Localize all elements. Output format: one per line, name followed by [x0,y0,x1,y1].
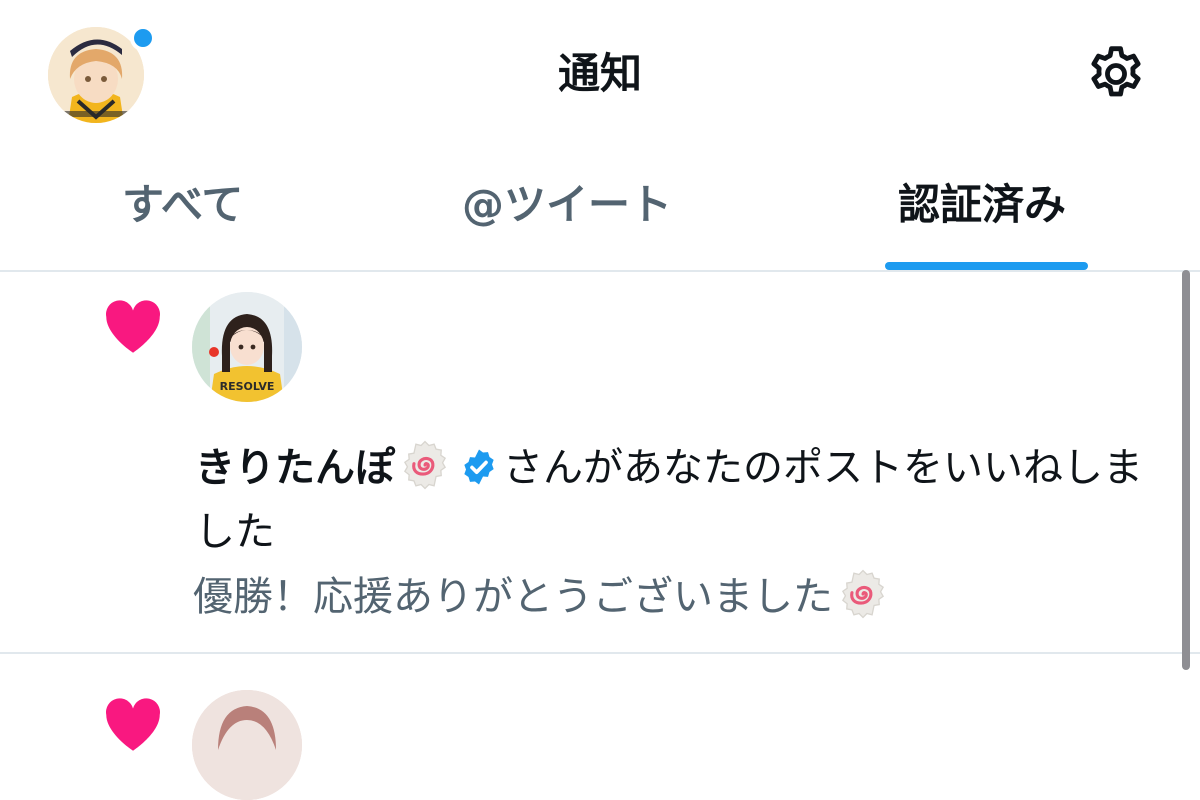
user-display-name[interactable]: きりたんぽ [195,445,395,491]
active-tab-indicator [885,262,1088,270]
settings-button[interactable] [1084,42,1148,106]
liker-avatar[interactable] [192,690,302,800]
heart-icon [106,300,160,353]
narutomaki-emoji-icon [841,569,885,619]
notification-tabs: すべて @ツイート 認証済み [0,150,1200,270]
tab-all[interactable]: すべて [122,178,243,232]
verified-badge-icon [464,449,494,485]
heart-icon [106,698,160,751]
liked-post-text[interactable]: 優勝！応援ありがとうございました [193,568,1173,625]
tab-mentions[interactable]: @ツイート [462,178,672,232]
scrollbar[interactable] [1182,270,1190,670]
post-quote: 優勝！応援ありがとうございました [193,574,833,620]
gear-icon [1091,46,1141,97]
notification-text: きりたんぽ さんがあなたのポストをいいねしました [195,436,1175,564]
tabs-divider [0,270,1200,272]
narutomaki-emoji-icon [403,440,447,490]
svg-text:RESOLVE: RESOLVE [220,380,275,393]
liker-avatar[interactable]: RESOLVE [192,292,302,402]
page-title: 通知 [557,49,642,98]
tab-verified[interactable]: 認証済み [898,178,1066,232]
notification-divider [0,652,1200,654]
top-bar: 通知 [0,0,1200,150]
